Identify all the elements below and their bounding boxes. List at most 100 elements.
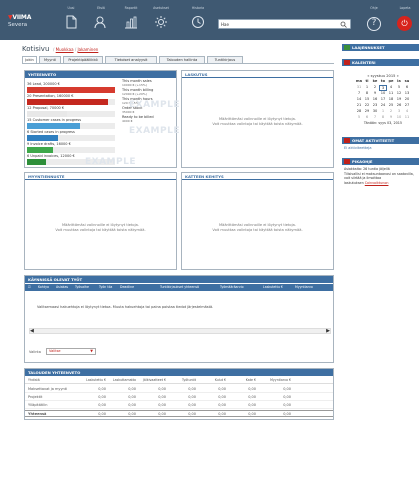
finance-cell: 0,00 [188, 395, 196, 399]
calendar-header[interactable]: KALENTERI [342, 59, 419, 66]
calendar-day[interactable]: 24 [379, 103, 387, 107]
calendar-day[interactable]: 9 [387, 115, 395, 119]
column-header[interactable]: Tuntikirjaukset yhteensä [160, 284, 199, 291]
scroll-right-icon[interactable]: ▶ [326, 328, 330, 334]
extensions-box: LAAJENNUKSET [342, 44, 419, 52]
calendar-day[interactable]: 1 [363, 85, 371, 89]
summary-bar-fill [27, 159, 47, 165]
sales-forecast-panel: MYYNTIENNUSTE Määrittämäsi valinnoille e… [24, 172, 177, 270]
finance-column-header: Työtuntit [182, 378, 196, 382]
calendar-day[interactable]: 13 [403, 91, 411, 95]
activities-header[interactable]: OMAT AKTIVITEETIT [342, 137, 419, 144]
summary-bar-fill [27, 135, 58, 141]
activities-box: OMAT AKTIVITEETIT Ei aktiviteetteja [342, 137, 419, 153]
calendar-day[interactable]: 22 [363, 103, 371, 107]
summary-bar-label: 20 Presentation, 160000 € [27, 94, 74, 98]
column-header[interactable]: Asiakas [56, 284, 68, 291]
nav-new-button[interactable]: Uusi [56, 6, 86, 36]
nav-reports-button[interactable]: Raportit [116, 6, 146, 36]
calendar-day[interactable]: 4 [387, 85, 395, 89]
calendar-day[interactable]: 8 [363, 91, 371, 95]
calendar-day[interactable]: 10 [395, 115, 403, 119]
ongoing-work-panel: KÄYNNISSÄ OLEVAT TYÖT ☑ Kohtyo Asiakas T… [24, 275, 334, 363]
calendar-day[interactable]: 25 [387, 103, 395, 107]
quick-guide-header[interactable]: PIKAOHJE [342, 158, 419, 165]
nav-settings-button[interactable]: Asetukset [146, 6, 176, 36]
calendar-day[interactable]: 20 [403, 97, 411, 101]
summary-bar-label: 9 Invoice drafts, 16000 € [27, 142, 71, 146]
calendar-day[interactable]: 26 [395, 103, 403, 107]
calendar-today-link[interactable]: Tänään: syys 03, 2015 [352, 121, 414, 125]
calendar-day[interactable]: 11 [403, 115, 411, 119]
crumb-edit-link[interactable]: Muokkaa [56, 47, 74, 52]
calendar-day[interactable]: 31 [355, 85, 363, 89]
calendar-day[interactable]: 5 [395, 85, 403, 89]
calendar-day[interactable]: 28 [355, 109, 363, 113]
summary-panel: YHTEENVETO 36 Lead, 200000 € 20 Presentat… [24, 70, 180, 168]
calendar-day[interactable]: 8 [379, 115, 387, 119]
finance-cell: 0,00 [158, 412, 166, 416]
quick-guide-line: laskutuksen Coinvoiktunon [344, 181, 418, 186]
app-logo[interactable]: ▼VIIMA Severa [8, 14, 36, 32]
calendar-day[interactable]: 7 [371, 115, 379, 119]
column-header[interactable]: Työmääräarvio [220, 284, 244, 291]
help-icon: ? [367, 17, 381, 31]
column-header[interactable]: Deadline [120, 284, 134, 291]
calendar-day[interactable]: 14 [355, 97, 363, 101]
horizontal-scrollbar[interactable]: ◀ ▶ [29, 328, 331, 334]
sales-forecast-title[interactable]: MYYNTIENNUSTE [25, 173, 176, 180]
calendar-day[interactable]: 19 [395, 97, 403, 101]
quick-guide-link[interactable]: Coinvoiktunon [365, 181, 389, 185]
calendar-next-button[interactable]: » [397, 74, 399, 78]
calendar-day[interactable]: 17 [379, 97, 387, 101]
logout-button[interactable]: Lopeta ⏻ [393, 6, 417, 36]
calendar-day[interactable]: 7 [355, 91, 363, 95]
calendar-day[interactable]: 21 [355, 103, 363, 107]
calendar-prev-button[interactable]: « [367, 74, 369, 78]
calendar-day[interactable]: 30 [371, 109, 379, 113]
calendar-day[interactable]: 27 [403, 103, 411, 107]
extensions-header[interactable]: LAAJENNUKSET [342, 44, 419, 51]
calendar-day[interactable]: 4 [403, 109, 411, 113]
activities-link[interactable]: Ei aktiviteetteja [344, 146, 372, 150]
billing-title[interactable]: LASKUTUS [182, 71, 333, 78]
margin-trend-title[interactable]: KATTEEN KEHITYS [182, 173, 333, 180]
calendar-day[interactable]: 1 [379, 109, 387, 113]
calendar-day[interactable]: 6 [403, 85, 411, 89]
calendar-day[interactable]: 2 [387, 109, 395, 113]
finance-column-header: Jälkivaatteet € [142, 378, 166, 382]
calendar-day[interactable]: 9 [371, 91, 379, 95]
calendar-day[interactable]: 23 [371, 103, 379, 107]
column-header[interactable]: Työn tila [99, 284, 112, 291]
calendar-day[interactable]: 6 [363, 115, 371, 119]
calendar-day[interactable]: 2 [371, 85, 379, 89]
nav-search-button[interactable]: Etsiä [86, 6, 116, 36]
calendar-day[interactable]: 18 [387, 97, 395, 101]
column-header[interactable]: Kohtyo [38, 284, 49, 291]
crumb-share-link[interactable]: Jakaminen [77, 47, 98, 52]
filter-select[interactable]: Valitse ▼ [46, 348, 96, 355]
nav-history-button[interactable]: Historia [183, 6, 213, 36]
calendar-day[interactable]: 11 [387, 91, 395, 95]
select-all-checkbox[interactable]: ☑ [28, 284, 31, 291]
column-header[interactable]: Laskutettu € [263, 284, 283, 291]
help-button[interactable]: Ohje ? [364, 6, 384, 36]
calendar-day[interactable]: 10 [379, 91, 387, 95]
column-header[interactable]: Työvaihe [75, 284, 89, 291]
finance-column-header: Laskuttamatta [112, 378, 136, 382]
calendar-day[interactable]: 5 [355, 115, 363, 119]
calendar-day[interactable]: 15 [363, 97, 371, 101]
calendar-day[interactable]: 12 [395, 91, 403, 95]
page-title: Kotisivu [22, 45, 50, 53]
chart-icon [124, 15, 138, 29]
calendar-day[interactable]: 16 [371, 97, 379, 101]
column-header[interactable]: Myyntiarvo [295, 284, 313, 291]
calendar-day[interactable]: 3 [395, 109, 403, 113]
finance-cell: 0,00 [188, 412, 196, 416]
search-icon[interactable] [340, 21, 347, 28]
search-input[interactable] [221, 21, 337, 28]
scroll-left-icon[interactable]: ◀ [30, 328, 34, 334]
calendar-day[interactable]: 29 [363, 109, 371, 113]
nav-history-label: Historia [191, 6, 205, 10]
summary-bar-fill [27, 99, 108, 105]
